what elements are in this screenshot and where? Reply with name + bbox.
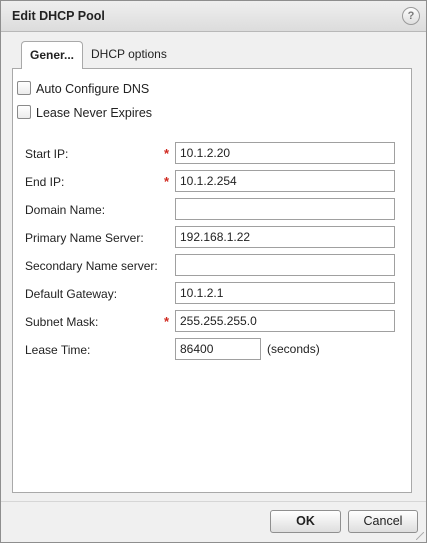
subnet-mask-required-marker: * [164,314,170,329]
end-ip-label: End IP: [25,175,65,189]
lease-time-label: Lease Time: [25,343,91,357]
auto-configure-dns-checkbox[interactable] [17,81,31,95]
secondary-name-server-label: Secondary Name server: [25,259,158,273]
start-ip-input[interactable] [175,142,395,164]
domain-name-label: Domain Name: [25,203,106,217]
edit-dhcp-pool-dialog: Edit DHCP Pool ? Gener... DHCP options A… [0,0,427,543]
resize-grip[interactable] [416,532,424,540]
start-ip-required-marker: * [164,146,170,161]
primary-name-server-input[interactable] [175,226,395,248]
lease-time-unit: (seconds) [267,342,320,356]
lease-never-expires-checkbox[interactable] [17,105,31,119]
general-tab-panel [12,68,412,493]
subnet-mask-input[interactable] [175,310,395,332]
tab-dhcp-options[interactable]: DHCP options [91,41,181,69]
lease-time-input[interactable] [175,338,261,360]
lease-never-expires-label: Lease Never Expires [36,106,153,120]
footer-divider [1,501,426,502]
end-ip-required-marker: * [164,174,170,189]
subnet-mask-label: Subnet Mask: [25,315,99,329]
title-bar: Edit DHCP Pool ? [1,1,426,32]
primary-name-server-label: Primary Name Server: [25,231,144,245]
dialog-title: Edit DHCP Pool [12,9,105,23]
ok-button[interactable]: OK [270,510,341,533]
auto-configure-dns-label: Auto Configure DNS [36,82,150,96]
default-gateway-label: Default Gateway: [25,287,118,301]
end-ip-input[interactable] [175,170,395,192]
secondary-name-server-input[interactable] [175,254,395,276]
help-icon[interactable]: ? [402,7,420,25]
tab-general[interactable]: Gener... [21,41,83,69]
start-ip-label: Start IP: [25,147,69,161]
domain-name-input[interactable] [175,198,395,220]
cancel-button[interactable]: Cancel [348,510,418,533]
default-gateway-input[interactable] [175,282,395,304]
